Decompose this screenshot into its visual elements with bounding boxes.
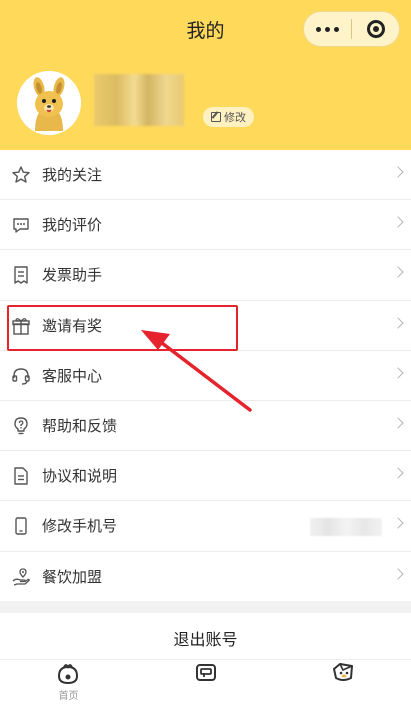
- order-bag-icon: [196, 664, 216, 681]
- tab-mine[interactable]: [274, 660, 411, 704]
- home-face-icon: [57, 664, 79, 685]
- annotation-arrow-icon: [141, 330, 252, 412]
- tab-home[interactable]: 首页: [0, 660, 137, 704]
- tab-bar: 首页: [0, 659, 411, 704]
- logout-button[interactable]: 退出账号: [0, 613, 411, 659]
- section-gap: [0, 601, 411, 613]
- tab-label: 首页: [58, 691, 79, 702]
- app-root: 我的 修改 我的关注 我的评价 发票助手 邀请有奖 客服中心 帮助和反馈 协议和…: [0, 0, 411, 704]
- tab-orders[interactable]: [137, 660, 274, 704]
- mine-face-icon: [333, 663, 353, 681]
